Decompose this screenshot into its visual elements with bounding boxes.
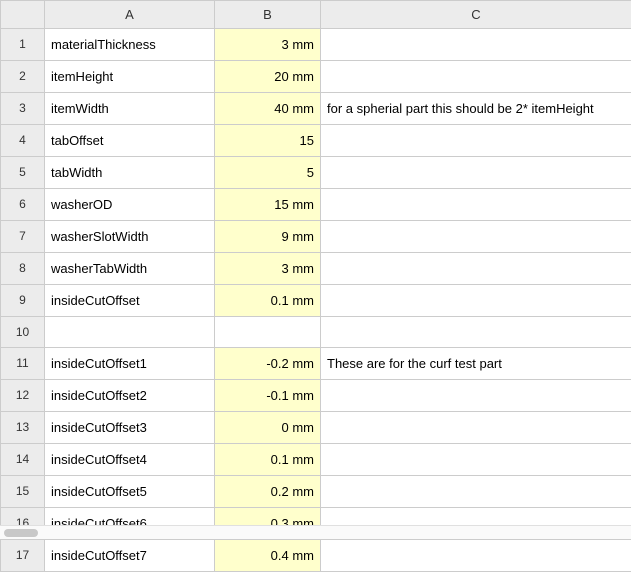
cell-a[interactable]: insideCutOffset1 (45, 348, 215, 380)
row-header[interactable]: 13 (1, 412, 45, 444)
cell-b[interactable]: 5 (215, 157, 321, 189)
row-header[interactable]: 14 (1, 444, 45, 476)
spreadsheet-grid: A B C 1 materialThickness 3 mm 2 itemHei… (0, 0, 631, 572)
cell-c[interactable] (321, 380, 631, 412)
cell-b[interactable]: 0.1 mm (215, 285, 321, 317)
cell-a[interactable]: insideCutOffset3 (45, 412, 215, 444)
cell-a[interactable]: tabOffset (45, 125, 215, 157)
cell-c[interactable] (321, 540, 631, 572)
cell-b[interactable]: 0 mm (215, 412, 321, 444)
row-header[interactable]: 12 (1, 380, 45, 412)
cell-a[interactable]: itemWidth (45, 93, 215, 125)
cell-b[interactable]: 20 mm (215, 61, 321, 93)
scrollbar-thumb[interactable] (4, 529, 38, 537)
cell-a[interactable]: insideCutOffset (45, 285, 215, 317)
row-header[interactable]: 6 (1, 189, 45, 221)
horizontal-scrollbar[interactable] (0, 525, 631, 539)
cell-a[interactable]: insideCutOffset5 (45, 476, 215, 508)
cell-b[interactable] (215, 317, 321, 348)
cell-b[interactable]: 0.2 mm (215, 476, 321, 508)
cell-c[interactable] (321, 317, 631, 348)
cell-b[interactable]: 0.1 mm (215, 444, 321, 476)
cell-c[interactable] (321, 157, 631, 189)
column-header-b[interactable]: B (215, 1, 321, 29)
cell-a[interactable]: insideCutOffset7 (45, 540, 215, 572)
cell-b[interactable]: 3 mm (215, 29, 321, 61)
cell-a[interactable] (45, 317, 215, 348)
cell-b[interactable]: 40 mm (215, 93, 321, 125)
row-header[interactable]: 17 (1, 540, 45, 572)
cell-b[interactable]: 0.4 mm (215, 540, 321, 572)
cell-a[interactable]: insideCutOffset4 (45, 444, 215, 476)
cell-b[interactable]: 15 mm (215, 189, 321, 221)
column-header-a[interactable]: A (45, 1, 215, 29)
cell-c[interactable] (321, 412, 631, 444)
row-header[interactable]: 2 (1, 61, 45, 93)
corner-header[interactable] (1, 1, 45, 29)
cell-c[interactable]: These are for the curf test part (321, 348, 631, 380)
row-header[interactable]: 4 (1, 125, 45, 157)
column-header-c[interactable]: C (321, 1, 631, 29)
cell-c[interactable] (321, 444, 631, 476)
row-header[interactable]: 15 (1, 476, 45, 508)
row-header[interactable]: 10 (1, 317, 45, 348)
cell-c[interactable] (321, 61, 631, 93)
row-header[interactable]: 8 (1, 253, 45, 285)
cell-c[interactable] (321, 189, 631, 221)
cell-a[interactable]: washerTabWidth (45, 253, 215, 285)
row-header[interactable]: 11 (1, 348, 45, 380)
row-header[interactable]: 9 (1, 285, 45, 317)
cell-b[interactable]: 9 mm (215, 221, 321, 253)
cell-a[interactable]: washerSlotWidth (45, 221, 215, 253)
cell-a[interactable]: itemHeight (45, 61, 215, 93)
cell-c[interactable]: for a spherial part this should be 2* it… (321, 93, 631, 125)
cell-c[interactable] (321, 285, 631, 317)
row-header[interactable]: 7 (1, 221, 45, 253)
cell-a[interactable]: tabWidth (45, 157, 215, 189)
cell-b[interactable]: -0.2 mm (215, 348, 321, 380)
cell-c[interactable] (321, 125, 631, 157)
row-header[interactable]: 3 (1, 93, 45, 125)
cell-a[interactable]: insideCutOffset2 (45, 380, 215, 412)
cell-a[interactable]: materialThickness (45, 29, 215, 61)
cell-a[interactable]: washerOD (45, 189, 215, 221)
cell-c[interactable] (321, 29, 631, 61)
cell-c[interactable] (321, 476, 631, 508)
cell-b[interactable]: 15 (215, 125, 321, 157)
row-header[interactable]: 1 (1, 29, 45, 61)
row-header[interactable]: 5 (1, 157, 45, 189)
cell-c[interactable] (321, 253, 631, 285)
cell-b[interactable]: -0.1 mm (215, 380, 321, 412)
cell-b[interactable]: 3 mm (215, 253, 321, 285)
cell-c[interactable] (321, 221, 631, 253)
